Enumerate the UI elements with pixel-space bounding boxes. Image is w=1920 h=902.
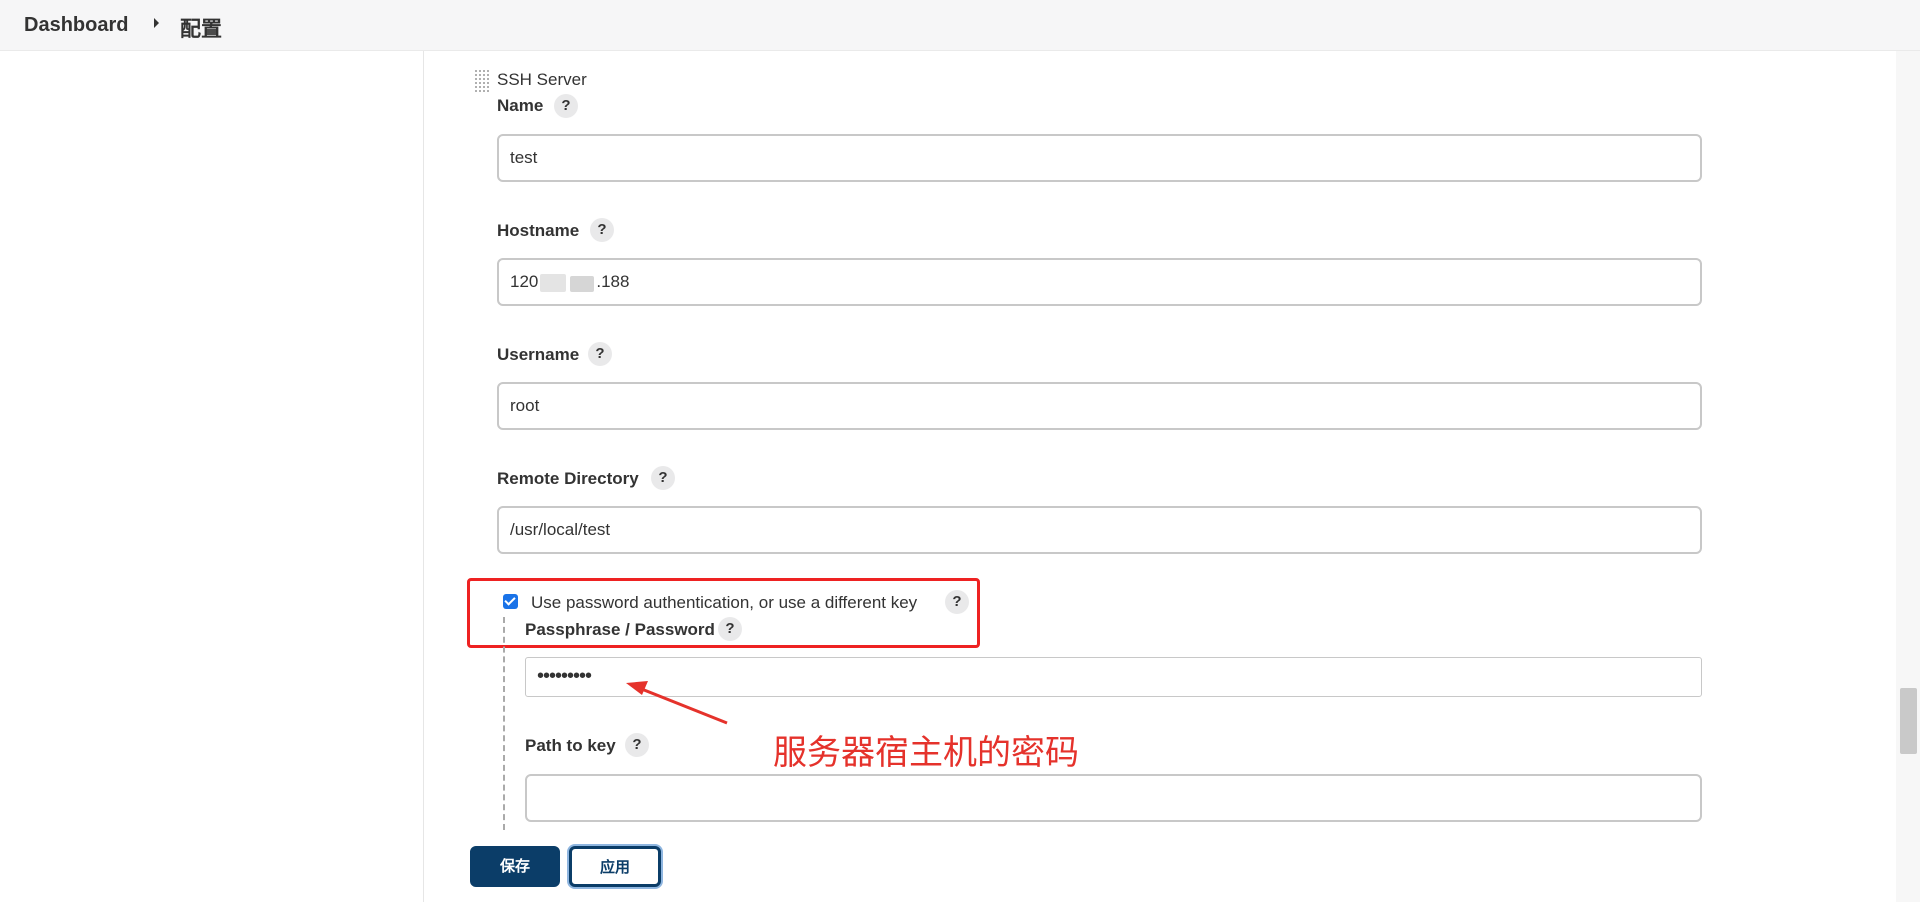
username-label: Username bbox=[497, 345, 580, 364]
hostname-input[interactable]: 120 .188 bbox=[497, 258, 1702, 306]
hostname-value-prefix: 120 bbox=[510, 272, 539, 291]
passphrase-label: Passphrase / Password bbox=[525, 620, 715, 639]
breadcrumb-chevron-icon[interactable] bbox=[154, 18, 159, 28]
use-password-label[interactable]: Use password authentication, or use a di… bbox=[531, 593, 917, 613]
help-icon[interactable]: ? bbox=[590, 218, 614, 242]
help-icon[interactable]: ? bbox=[625, 733, 649, 757]
remote-directory-label: Remote Directory bbox=[497, 469, 639, 488]
sidebar-divider bbox=[423, 51, 424, 902]
help-icon[interactable]: ? bbox=[718, 617, 742, 641]
apply-button[interactable]: 应用 bbox=[569, 846, 661, 887]
use-password-checkbox[interactable] bbox=[503, 594, 518, 609]
help-icon[interactable]: ? bbox=[588, 342, 612, 366]
name-input[interactable]: test bbox=[497, 134, 1702, 182]
remote-directory-input[interactable]: /usr/local/test bbox=[497, 506, 1702, 554]
name-label: Name bbox=[497, 96, 544, 115]
redaction-blur bbox=[540, 274, 566, 292]
annotation-text: 服务器宿主机的密码 bbox=[773, 733, 1079, 773]
redaction-blur bbox=[570, 276, 594, 292]
breadcrumb-bar: Dashboard 配置 bbox=[0, 0, 1920, 51]
breadcrumb-dashboard-link[interactable]: Dashboard bbox=[24, 14, 128, 37]
save-button[interactable]: 保存 bbox=[470, 846, 560, 887]
help-icon[interactable]: ? bbox=[651, 466, 675, 490]
scrollbar-thumb[interactable] bbox=[1900, 688, 1917, 754]
help-icon[interactable]: ? bbox=[945, 590, 969, 614]
breadcrumb-current: 配置 bbox=[180, 18, 222, 41]
drag-handle-icon[interactable] bbox=[474, 69, 489, 93]
section-title: SSH Server bbox=[497, 70, 587, 89]
username-input[interactable]: root bbox=[497, 382, 1702, 430]
hostname-label: Hostname bbox=[497, 221, 580, 240]
path-to-key-input[interactable] bbox=[525, 774, 1702, 822]
scrollbar-track[interactable] bbox=[1896, 51, 1920, 902]
help-icon[interactable]: ? bbox=[554, 94, 578, 118]
path-to-key-label: Path to key bbox=[525, 736, 616, 755]
hostname-value-suffix: .188 bbox=[596, 272, 630, 291]
nested-guide-line bbox=[503, 617, 505, 830]
annotation-arrow-icon bbox=[626, 681, 728, 725]
